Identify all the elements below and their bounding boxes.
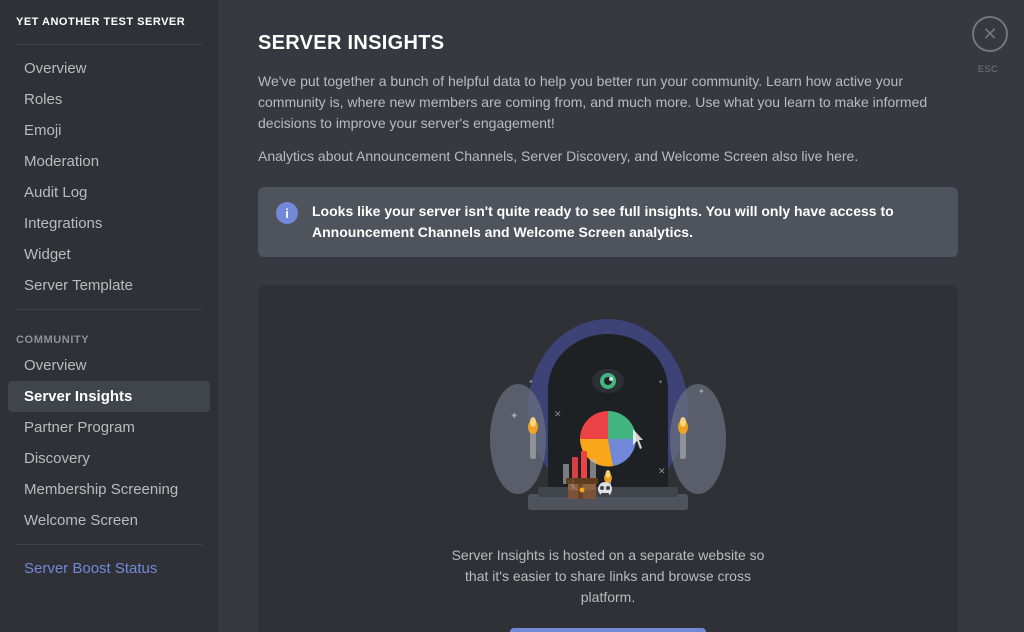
sidebar-item-audit-log[interactable]: Audit Log xyxy=(8,177,210,208)
sidebar-item-server-insights[interactable]: Server Insights xyxy=(8,381,210,412)
server-name: YET ANOTHER TEST SERVER xyxy=(0,16,218,36)
sidebar-item-server-template[interactable]: Server Template xyxy=(8,270,210,301)
insights-illustration: ✦ ✦ ✦ ✦ ✕ ✕ xyxy=(458,309,758,529)
sidebar-item-overview[interactable]: Overview xyxy=(8,53,210,84)
sidebar-divider-3 xyxy=(16,544,202,545)
sidebar-item-emoji[interactable]: Emoji xyxy=(8,115,210,146)
info-icon: i xyxy=(276,202,298,224)
sidebar-divider-2 xyxy=(16,309,202,310)
community-section-label: COMMUNITY xyxy=(0,318,218,350)
sidebar-item-moderation[interactable]: Moderation xyxy=(8,146,210,177)
svg-text:✕: ✕ xyxy=(554,409,562,419)
sidebar: YET ANOTHER TEST SERVER OverviewRolesEmo… xyxy=(0,0,218,632)
svg-text:✕: ✕ xyxy=(658,466,666,476)
sidebar-item-discovery[interactable]: Discovery xyxy=(8,443,210,474)
close-icon: ✕ xyxy=(982,24,997,45)
svg-text:✦: ✦ xyxy=(658,379,663,386)
sidebar-item-roles[interactable]: Roles xyxy=(8,84,210,115)
main-nav: OverviewRolesEmojiModerationAudit LogInt… xyxy=(0,53,218,301)
sidebar-item-membership-screening[interactable]: Membership Screening xyxy=(8,474,210,505)
sidebar-item-welcome-screen[interactable]: Welcome Screen xyxy=(8,505,210,536)
main-content: ✕ ESC SERVER INSIGHTS We've put together… xyxy=(218,0,1024,632)
page-title: SERVER INSIGHTS xyxy=(258,32,984,55)
main-description: We've put together a bunch of helpful da… xyxy=(258,71,958,134)
card-description: Server Insights is hosted on a separate … xyxy=(438,545,778,608)
insights-card: ✦ ✦ ✦ ✦ ✕ ✕ Server Insights is hosted on… xyxy=(258,285,958,632)
svg-text:✦: ✦ xyxy=(698,387,705,396)
close-button[interactable]: ✕ ESC xyxy=(972,16,1008,52)
analytics-note: Analytics about Announcement Channels, S… xyxy=(258,146,958,167)
svg-text:✦: ✦ xyxy=(510,411,518,422)
sidebar-item-widget[interactable]: Widget xyxy=(8,239,210,270)
go-to-server-insights-button[interactable]: Go to Server Insights xyxy=(510,628,707,632)
community-nav: OverviewServer InsightsPartner ProgramDi… xyxy=(0,350,218,536)
info-banner-text: Looks like your server isn't quite ready… xyxy=(312,201,940,243)
sidebar-item-partner-program[interactable]: Partner Program xyxy=(8,412,210,443)
sidebar-divider xyxy=(16,44,202,45)
sidebar-item-integrations[interactable]: Integrations xyxy=(8,208,210,239)
sidebar-item-community-overview[interactable]: Overview xyxy=(8,350,210,381)
svg-text:✦: ✦ xyxy=(528,378,534,386)
sidebar-item-boost-status[interactable]: Server Boost Status xyxy=(8,553,210,584)
esc-label: ESC xyxy=(978,64,998,74)
info-banner: i Looks like your server isn't quite rea… xyxy=(258,187,958,257)
